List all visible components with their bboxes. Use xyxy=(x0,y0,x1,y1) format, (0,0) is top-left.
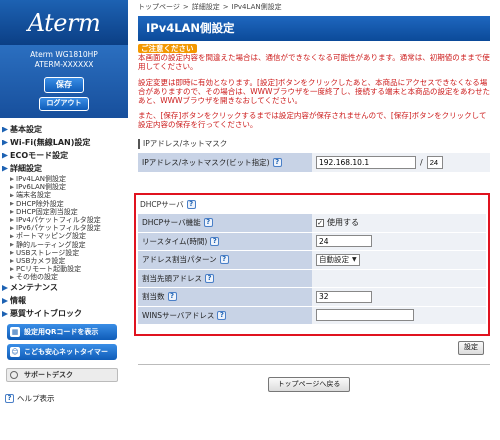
breadcrumb-top[interactable]: トップページ xyxy=(138,3,180,11)
wins-server-input[interactable] xyxy=(316,309,414,322)
triangle-icon xyxy=(2,297,8,304)
triangle-icon xyxy=(10,218,14,223)
assign-pattern-select[interactable]: 自動設定 ▼ xyxy=(316,253,360,266)
triangle-icon xyxy=(2,139,8,146)
save-button[interactable]: 保存 xyxy=(44,77,84,93)
nav-other-settings[interactable]: その他の設定 xyxy=(2,273,128,281)
chevron-down-icon: ▼ xyxy=(352,256,357,264)
dhcp-section: DHCPサーバ ? DHCPサーバ機能? ✓使用する リースタイム(時間)? ア… xyxy=(134,193,490,336)
nav-info[interactable]: 情報 xyxy=(2,294,128,307)
qr-code-button[interactable]: ▦ 設定用QRコードを表示 xyxy=(7,324,117,341)
support-desk-button[interactable]: サポートデスク xyxy=(6,368,118,383)
triangle-icon xyxy=(10,242,14,247)
sidebar: Aterm Aterm WG1810HP ATERM-XXXXXX 保存 ログア… xyxy=(0,0,128,440)
triangle-icon xyxy=(2,152,8,159)
ipmask-label: IPアドレス/ネットマスク(ビット指定) ? xyxy=(138,152,312,172)
divider xyxy=(138,364,490,365)
caution-heading: ご注意ください xyxy=(138,44,197,54)
child-icon: ☺ xyxy=(10,347,20,358)
wins-server-row: WINSサーバアドレス? xyxy=(138,306,486,325)
triangle-icon xyxy=(2,284,8,291)
ipmask-value: / xyxy=(312,152,490,172)
help-icon[interactable]: ? xyxy=(205,273,214,283)
nav-basic-settings[interactable]: 基本設定 xyxy=(2,123,128,136)
triangle-icon xyxy=(10,193,14,198)
triangle-icon xyxy=(10,177,14,182)
help-icon[interactable]: ? xyxy=(167,292,177,302)
breadcrumb-advanced[interactable]: 詳細設定 xyxy=(192,3,220,11)
page: Aterm Aterm WG1810HP ATERM-XXXXXX 保存 ログア… xyxy=(0,0,500,440)
ipmask-table: IPアドレス/ネットマスク(ビット指定) ? / xyxy=(138,152,490,173)
back-to-top-button[interactable]: トップページへ戻る xyxy=(268,377,350,392)
help-icon[interactable]: ? xyxy=(219,255,229,265)
triangle-icon xyxy=(10,275,14,280)
ipmask-row: IPアドレス/ネットマスク(ビット指定) ? / xyxy=(138,152,490,173)
triangle-icon xyxy=(10,185,14,190)
assign-count-row: 割当数? xyxy=(138,288,486,307)
support-icon xyxy=(10,371,18,380)
netmask-input[interactable] xyxy=(426,155,443,169)
sidebar-nav: 基本設定 Wi-Fi(無線LAN)設定 ECOモード設定 詳細設定 IPv4LA… xyxy=(0,118,128,320)
triangle-icon xyxy=(2,165,8,172)
triangle-icon xyxy=(2,310,8,317)
breadcrumb: トップページ > 詳細設定 > IPv4LAN側設定 xyxy=(138,3,282,11)
nav-malicious-block[interactable]: 悪質サイトブロック xyxy=(2,307,128,320)
dhcp-section-title: DHCPサーバ ? xyxy=(138,198,486,211)
triangle-icon xyxy=(10,267,14,272)
dhcp-enable-label: 使用する xyxy=(327,218,359,228)
lease-time-input[interactable] xyxy=(316,235,372,248)
ip-address-input[interactable] xyxy=(316,155,416,169)
nav-eco-settings[interactable]: ECOモード設定 xyxy=(2,149,128,162)
triangle-icon xyxy=(10,209,14,214)
caution-paragraph-1: 本画面の設定内容を間違えた場合は、通信ができなくなる可能性があります。通常は、初… xyxy=(138,53,490,72)
caution-paragraph-2: 設定変更は即時に有効となります。[設定]ボタンをクリックしたあと、本商品にアクセ… xyxy=(138,77,490,106)
triangle-icon xyxy=(10,250,14,255)
ipmask-section-title: IPアドレス/ネットマスク xyxy=(138,138,500,150)
nav-advanced-settings[interactable]: 詳細設定 xyxy=(2,162,128,175)
triangle-icon xyxy=(10,258,14,263)
assign-pattern-row: アドレス割当パターン? 自動設定 ▼ xyxy=(138,251,486,270)
caution-paragraph-3: また、[保存]ボタンをクリックするまでは設定内容が保存されませんので、[保存]ボ… xyxy=(138,111,487,130)
start-address-row: 割当先頭アドレス? xyxy=(138,269,486,288)
logout-button[interactable]: ログアウト xyxy=(39,97,89,111)
model-panel: Aterm WG1810HP ATERM-XXXXXX 保存 ログアウト xyxy=(0,45,128,118)
triangle-icon xyxy=(2,126,8,133)
model-name: Aterm WG1810HP xyxy=(30,50,98,59)
help-link[interactable]: ? ヘルプ表示 xyxy=(5,393,128,404)
nav-maintenance[interactable]: メンテナンス xyxy=(2,281,128,294)
help-icon[interactable]: ? xyxy=(186,200,196,209)
triangle-icon xyxy=(10,201,14,206)
help-icon[interactable]: ? xyxy=(272,157,282,167)
qr-code-icon: ▦ xyxy=(10,327,20,338)
caution-notice: ご注意ください 本画面の設定内容を間違えた場合は、通信ができなくなる可能性があり… xyxy=(138,44,490,130)
help-icon[interactable]: ? xyxy=(203,218,213,228)
triangle-icon xyxy=(10,234,14,239)
kodomo-timer-button[interactable]: ☺ こども安心ネットタイマー xyxy=(7,344,117,361)
help-icon[interactable]: ? xyxy=(210,236,220,246)
dhcp-server-row: DHCPサーバ機能? ✓ 使用する xyxy=(138,214,486,233)
assign-count-input[interactable] xyxy=(316,290,372,303)
lease-time-row: リースタイム(時間)? xyxy=(138,232,486,251)
model-id: ATERM-XXXXXX xyxy=(34,60,94,69)
triangle-icon xyxy=(10,226,14,231)
dhcp-enable-checkbox[interactable]: ✓ xyxy=(316,218,324,227)
dhcp-table: DHCPサーバ機能? ✓使用する リースタイム(時間)? アドレス割当パターン?… xyxy=(138,214,486,325)
help-icon: ? xyxy=(5,394,14,404)
logo-area: Aterm xyxy=(0,0,128,45)
page-title: IPv4LAN側設定 xyxy=(138,16,490,41)
aterm-logo: Aterm xyxy=(27,8,101,37)
nav-wifi-settings[interactable]: Wi-Fi(無線LAN)設定 xyxy=(2,136,128,149)
set-button[interactable]: 設定 xyxy=(458,341,484,355)
breadcrumb-current: IPv4LAN側設定 xyxy=(231,3,282,11)
help-icon[interactable]: ? xyxy=(217,310,227,320)
